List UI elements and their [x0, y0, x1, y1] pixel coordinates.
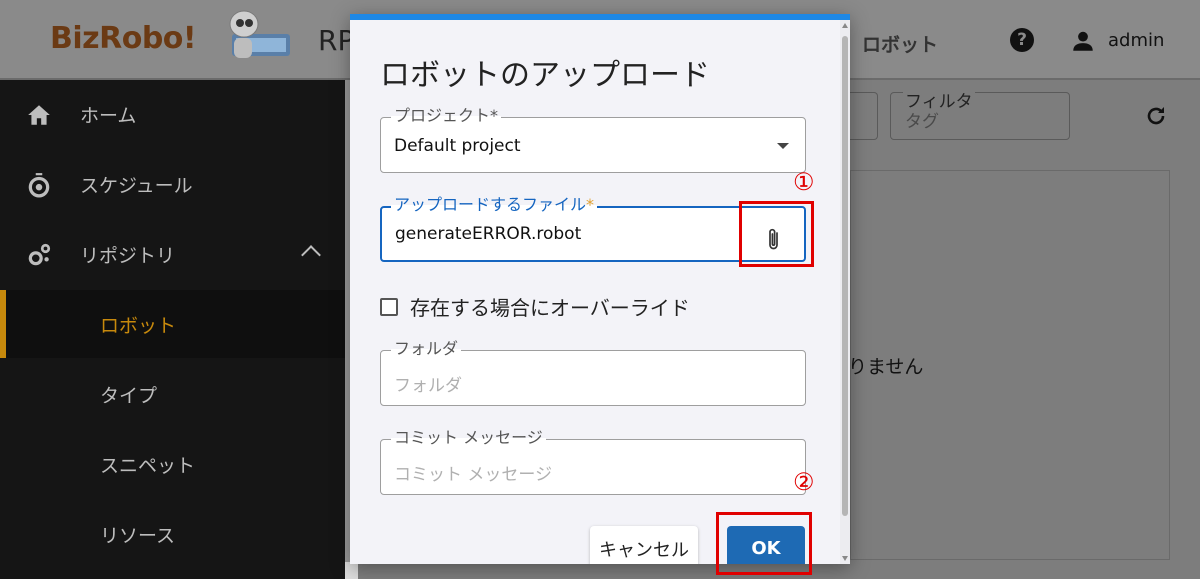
override-label: 存在する場合にオーバーライド: [410, 296, 690, 320]
annotation-box-2: [716, 512, 812, 575]
project-label: プロジェクト*: [391, 106, 502, 126]
dropdown-arrow-icon[interactable]: [777, 143, 789, 149]
annotation-box-1: [739, 201, 814, 267]
annotation-marker-1: ①: [793, 168, 815, 196]
dialog-title: ロボットのアップロード: [380, 58, 710, 93]
project-select[interactable]: プロジェクト* Default project: [380, 106, 806, 173]
folder-label: フォルダ: [391, 339, 462, 359]
commit-label: コミット メッセージ: [391, 428, 546, 448]
commit-placeholder: コミット メッセージ: [394, 465, 553, 485]
chevron-up-icon[interactable]: [301, 245, 321, 265]
folder-placeholder: フォルダ: [394, 376, 462, 396]
upload-robot-dialog: ロボットのアップロード プロジェクト* Default project アップロ…: [350, 14, 850, 564]
robot-mascot-icon: [202, 8, 294, 68]
commit-message-field[interactable]: コミット メッセージ コミット メッセージ: [380, 428, 806, 495]
refresh-icon[interactable]: [1144, 104, 1168, 128]
sidebar-item-snippet[interactable]: スニペット: [0, 430, 345, 498]
sidebar-item-robot[interactable]: ロボット: [0, 290, 345, 358]
sidebar-item-label: リポジトリ: [80, 244, 176, 267]
sidebar-item-resource[interactable]: リソース: [0, 500, 345, 568]
logo-text: BizRobo!: [50, 20, 197, 56]
bizrobo-logo[interactable]: BizRobo!: [50, 10, 294, 60]
user-name[interactable]: admin: [1108, 30, 1164, 51]
project-value: Default project: [394, 136, 521, 156]
annotation-marker-2: ②: [793, 468, 815, 496]
dialog-scrollbar[interactable]: [840, 20, 850, 564]
filter-placeholder: タグ: [905, 112, 939, 132]
app-title: RP: [318, 24, 355, 57]
sidebar-item-label: ホーム: [80, 104, 137, 127]
home-icon: [28, 105, 50, 125]
search-field-edge[interactable]: [850, 92, 878, 140]
tag-filter-input[interactable]: フィルタ タグ: [890, 87, 1070, 140]
sidebar-item-home[interactable]: ホーム: [0, 80, 345, 148]
required-mark: *: [586, 195, 595, 214]
sidebar-item-schedule[interactable]: スケジュール: [0, 150, 345, 218]
folder-field[interactable]: フォルダ フォルダ: [380, 339, 806, 406]
sidebar-item-label: ロボット: [100, 314, 177, 337]
sidebar-item-type[interactable]: タイプ: [0, 360, 345, 428]
nav-robot-link[interactable]: ロボット: [862, 30, 938, 57]
sidebar: ホーム スケジュール リポジトリ ロボット タイプ スニペット リソース: [0, 80, 345, 579]
required-mark: *: [490, 106, 499, 125]
upload-file-label: アップロードするファイル*: [391, 195, 598, 215]
cancel-button[interactable]: キャンセル: [590, 526, 698, 564]
empty-message: りません: [848, 356, 924, 378]
timer-icon: [28, 173, 50, 198]
override-checkbox[interactable]: [380, 297, 398, 316]
override-checkbox-row[interactable]: 存在する場合にオーバーライド: [380, 292, 690, 321]
user-icon[interactable]: [1070, 28, 1096, 54]
scroll-up-arrow-icon[interactable]: [842, 23, 848, 28]
sidebar-item-label: スニペット: [100, 454, 196, 477]
sidebar-item-repository[interactable]: リポジトリ: [0, 220, 345, 288]
sidebar-item-label: リソース: [100, 524, 176, 547]
gears-icon: [28, 243, 51, 266]
sidebar-item-label: タイプ: [100, 384, 158, 407]
sidebar-item-label: スケジュール: [80, 174, 193, 197]
scrollbar-arrow-down[interactable]: [345, 562, 358, 579]
scroll-down-arrow-icon[interactable]: [842, 556, 848, 561]
upload-file-value: generateERROR.robot: [395, 224, 582, 244]
scroll-thumb[interactable]: [842, 36, 848, 516]
help-icon[interactable]: ?: [1010, 28, 1034, 52]
